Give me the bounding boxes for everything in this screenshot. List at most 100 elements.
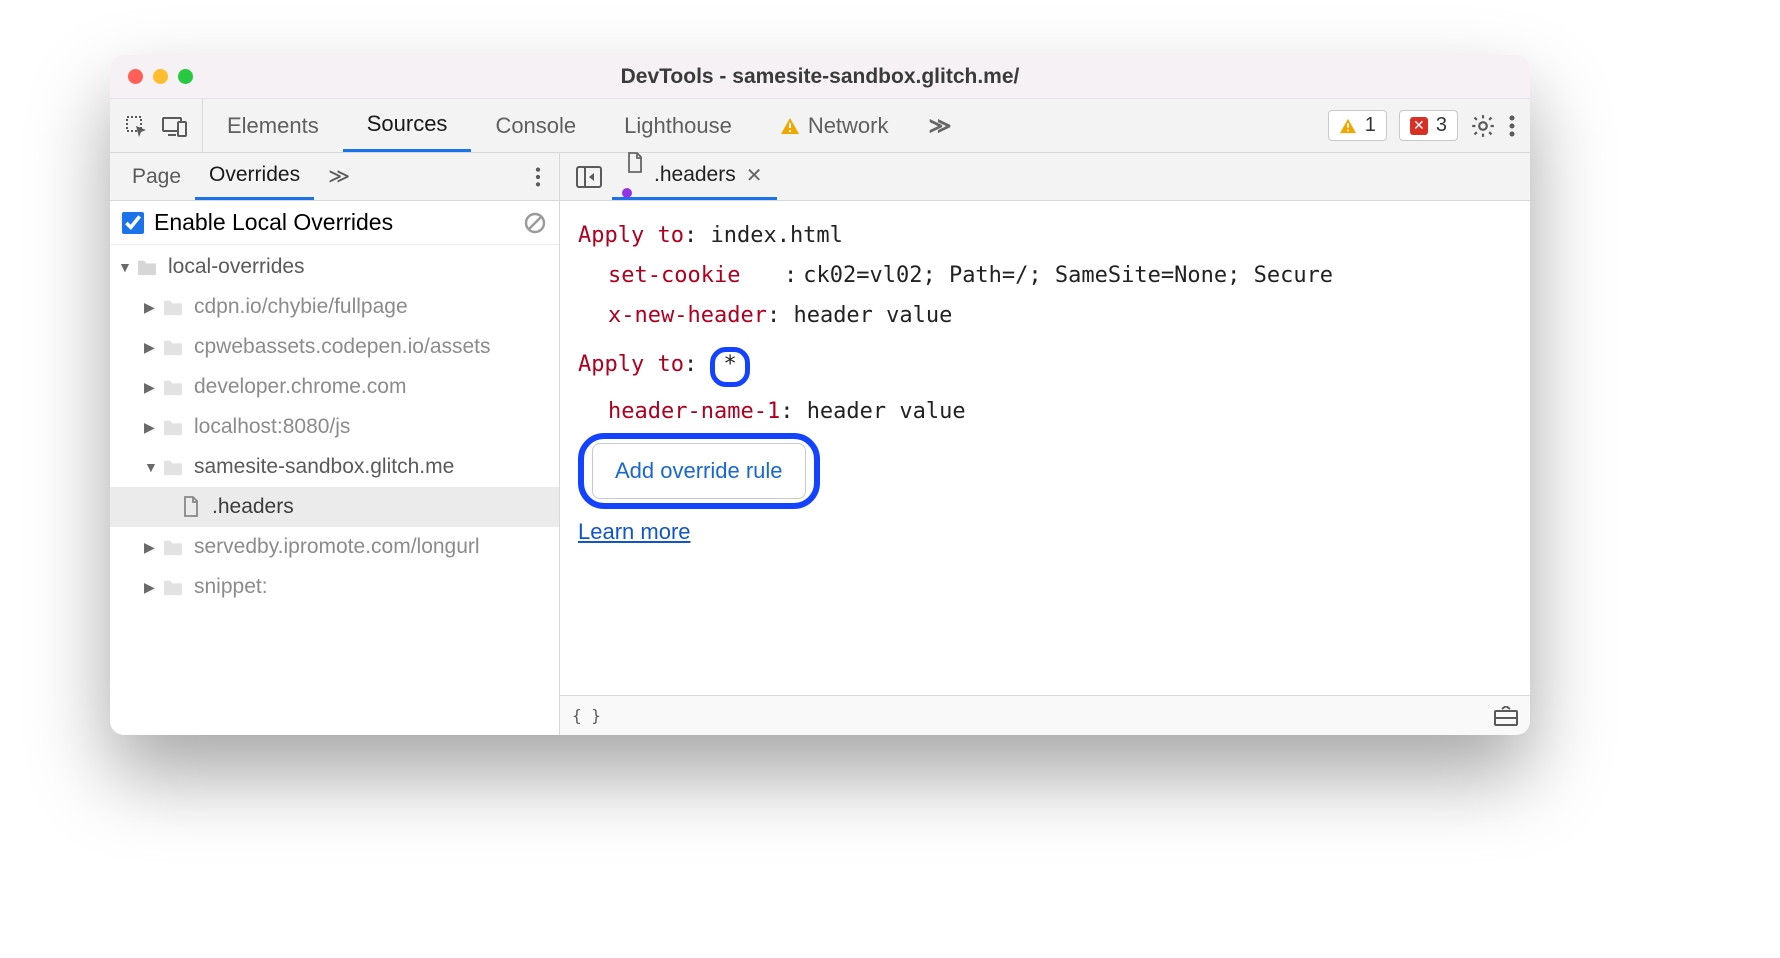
fullscreen-window-button[interactable]	[178, 69, 193, 84]
toggle-navigator-icon[interactable]	[566, 166, 612, 188]
tree-file-selected[interactable]: .headers	[110, 487, 559, 527]
tab-label: Sources	[367, 111, 448, 137]
arrow-down-icon: ▼	[144, 459, 162, 475]
errors-badge[interactable]: ✕ 3	[1399, 110, 1458, 141]
tree-label: servedby.ipromote.com/longurl	[194, 535, 480, 559]
close-window-button[interactable]	[128, 69, 143, 84]
tree-label: developer.chrome.com	[194, 375, 406, 399]
arrow-right-icon: ▶	[144, 299, 162, 316]
tree-folder[interactable]: ▶ cdpn.io/chybie/fullpage	[110, 287, 559, 327]
body-split: Page Overrides ≫ Enable Local Overrides …	[110, 153, 1530, 735]
window-title: DevTools - samesite-sandbox.glitch.me/	[110, 65, 1530, 89]
header-name[interactable]: set-cookie	[608, 259, 778, 293]
close-tab-icon[interactable]: ✕	[746, 163, 763, 188]
tab-label: Lighthouse	[624, 113, 732, 139]
tree-folder[interactable]: ▶ snippet:	[110, 567, 559, 607]
navtab-page[interactable]: Page	[118, 153, 195, 200]
navtab-label: Page	[132, 165, 181, 189]
navtab-more[interactable]: ≫	[314, 153, 364, 200]
highlight-add-rule: Add override rule	[578, 433, 820, 509]
tree-folder[interactable]: ▶ cpwebassets.codepen.io/assets	[110, 327, 559, 367]
settings-icon[interactable]	[1470, 113, 1496, 139]
show-drawer-icon[interactable]	[1494, 706, 1518, 726]
add-override-rule-button[interactable]: Add override rule	[592, 443, 806, 499]
editor-tabs: .headers ✕	[560, 153, 1530, 201]
traffic-lights	[128, 69, 193, 84]
error-count: 3	[1436, 114, 1447, 137]
overrides-tree: ▼ local-overrides ▶ cdpn.io/chybie/fullpa…	[110, 245, 559, 735]
editor-tab-label: .headers	[654, 163, 736, 187]
navigator-tabs: Page Overrides ≫	[110, 153, 559, 201]
navtab-overrides[interactable]: Overrides	[195, 153, 314, 200]
navigator-more-icon[interactable]	[525, 166, 551, 188]
editor-content[interactable]: Apply to: index.html set-cookie : ck02=v…	[560, 201, 1530, 695]
header-name[interactable]: header-name-1	[608, 399, 780, 424]
apply-to-target[interactable]: index.html	[710, 223, 842, 248]
file-icon	[626, 152, 644, 198]
arrow-right-icon: ▶	[144, 579, 162, 596]
learn-more-link[interactable]: Learn more	[578, 519, 691, 544]
tree-folder[interactable]: ▶ developer.chrome.com	[110, 367, 559, 407]
folder-icon	[162, 458, 188, 476]
folder-icon	[162, 378, 188, 396]
devtools-window: DevTools - samesite-sandbox.glitch.me/ E…	[110, 55, 1530, 735]
editor-statusbar: { }	[560, 695, 1530, 735]
header-value[interactable]: header value	[793, 303, 952, 328]
tree-label: .headers	[212, 495, 294, 519]
tab-lighthouse[interactable]: Lighthouse	[600, 99, 756, 152]
enable-overrides-checkbox[interactable]	[122, 212, 144, 234]
navtab-label: Overrides	[209, 163, 300, 187]
tree-label: samesite-sandbox.glitch.me	[194, 455, 454, 479]
folder-icon	[162, 578, 188, 596]
warnings-badge[interactable]: 1	[1328, 110, 1387, 141]
pretty-print-icon[interactable]: { }	[572, 706, 601, 725]
apply-to-target[interactable]: *	[723, 352, 736, 377]
enable-overrides-label: Enable Local Overrides	[154, 209, 393, 236]
tab-label: Network	[808, 113, 889, 139]
warning-icon	[780, 117, 800, 135]
header-value[interactable]: header value	[807, 399, 966, 424]
tab-label: Elements	[227, 113, 319, 139]
tab-console[interactable]: Console	[471, 99, 600, 152]
apply-to-keyword: Apply to	[578, 223, 684, 248]
inspect-icon[interactable]	[124, 114, 148, 138]
more-menu-icon[interactable]	[1508, 114, 1516, 138]
file-icon	[182, 496, 204, 518]
folder-icon	[162, 418, 188, 436]
tab-label: Console	[495, 113, 576, 139]
tree-label: cpwebassets.codepen.io/assets	[194, 335, 491, 359]
folder-icon	[162, 538, 188, 556]
tab-elements[interactable]: Elements	[203, 99, 343, 152]
modified-indicator-icon	[622, 188, 632, 198]
warning-icon	[1339, 118, 1357, 134]
arrow-right-icon: ▶	[144, 339, 162, 356]
minimize-window-button[interactable]	[153, 69, 168, 84]
editor-tab-headers[interactable]: .headers ✕	[612, 153, 777, 200]
more-tabs-button[interactable]: ≫	[913, 113, 968, 139]
device-toggle-icon[interactable]	[162, 115, 188, 137]
header-value[interactable]: ck02=vl02; Path=/; SameSite=None; Secure	[803, 259, 1522, 293]
apply-to-keyword: Apply to	[578, 352, 684, 377]
tab-network[interactable]: Network	[756, 99, 913, 152]
tree-folder-expanded[interactable]: ▼ samesite-sandbox.glitch.me	[110, 447, 559, 487]
tree-label: local-overrides	[168, 255, 305, 279]
folder-icon	[162, 338, 188, 356]
error-icon: ✕	[1410, 117, 1428, 135]
arrow-right-icon: ▶	[144, 379, 162, 396]
tree-label: snippet:	[194, 575, 268, 599]
main-toolbar: Elements Sources Console Lighthouse Netw…	[110, 99, 1530, 153]
window-titlebar: DevTools - samesite-sandbox.glitch.me/	[110, 55, 1530, 99]
highlight-wildcard: *	[710, 347, 749, 387]
arrow-right-icon: ▶	[144, 539, 162, 556]
clear-overrides-icon[interactable]	[523, 211, 547, 235]
header-name[interactable]: x-new-header	[608, 303, 767, 328]
tree-root[interactable]: ▼ local-overrides	[110, 247, 559, 287]
editor-panel: .headers ✕ Apply to: index.html set-cook…	[560, 153, 1530, 735]
folder-icon	[136, 258, 162, 276]
tree-folder[interactable]: ▶ servedby.ipromote.com/longurl	[110, 527, 559, 567]
folder-icon	[162, 298, 188, 316]
tree-label: cdpn.io/chybie/fullpage	[194, 295, 408, 319]
tab-sources[interactable]: Sources	[343, 99, 472, 152]
tree-folder[interactable]: ▶localhost:8080/js	[110, 407, 559, 447]
navigator-panel: Page Overrides ≫ Enable Local Overrides …	[110, 153, 560, 735]
